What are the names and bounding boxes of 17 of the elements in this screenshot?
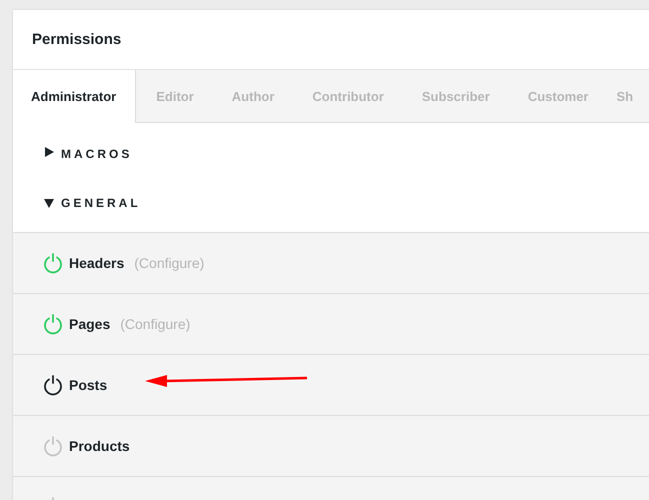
role-tab[interactable]: Subscriber	[402, 70, 508, 122]
panel-title: Permissions	[32, 31, 122, 48]
role-tab[interactable]: Editor	[136, 70, 212, 122]
configure-link[interactable]: (Configure)	[120, 316, 190, 332]
permission-label: Posts	[69, 377, 108, 393]
permission-label: Pages	[69, 316, 110, 332]
role-tab[interactable]: Sh	[606, 70, 634, 122]
role-tab[interactable]: Contributor	[292, 70, 402, 122]
permission-label: Headers	[69, 255, 124, 271]
section-toggle[interactable]: MACROS	[44, 147, 649, 179]
permission-label: Products	[69, 438, 130, 454]
role-tab[interactable]: Administrator	[13, 70, 136, 123]
role-tab[interactable]: Customer	[508, 70, 606, 122]
role-tab[interactable]: Author	[212, 70, 292, 122]
power-icon[interactable]	[43, 374, 63, 396]
configure-link[interactable]: (Configure)	[134, 255, 204, 271]
section-toggle[interactable]: GENERAL	[44, 179, 649, 226]
